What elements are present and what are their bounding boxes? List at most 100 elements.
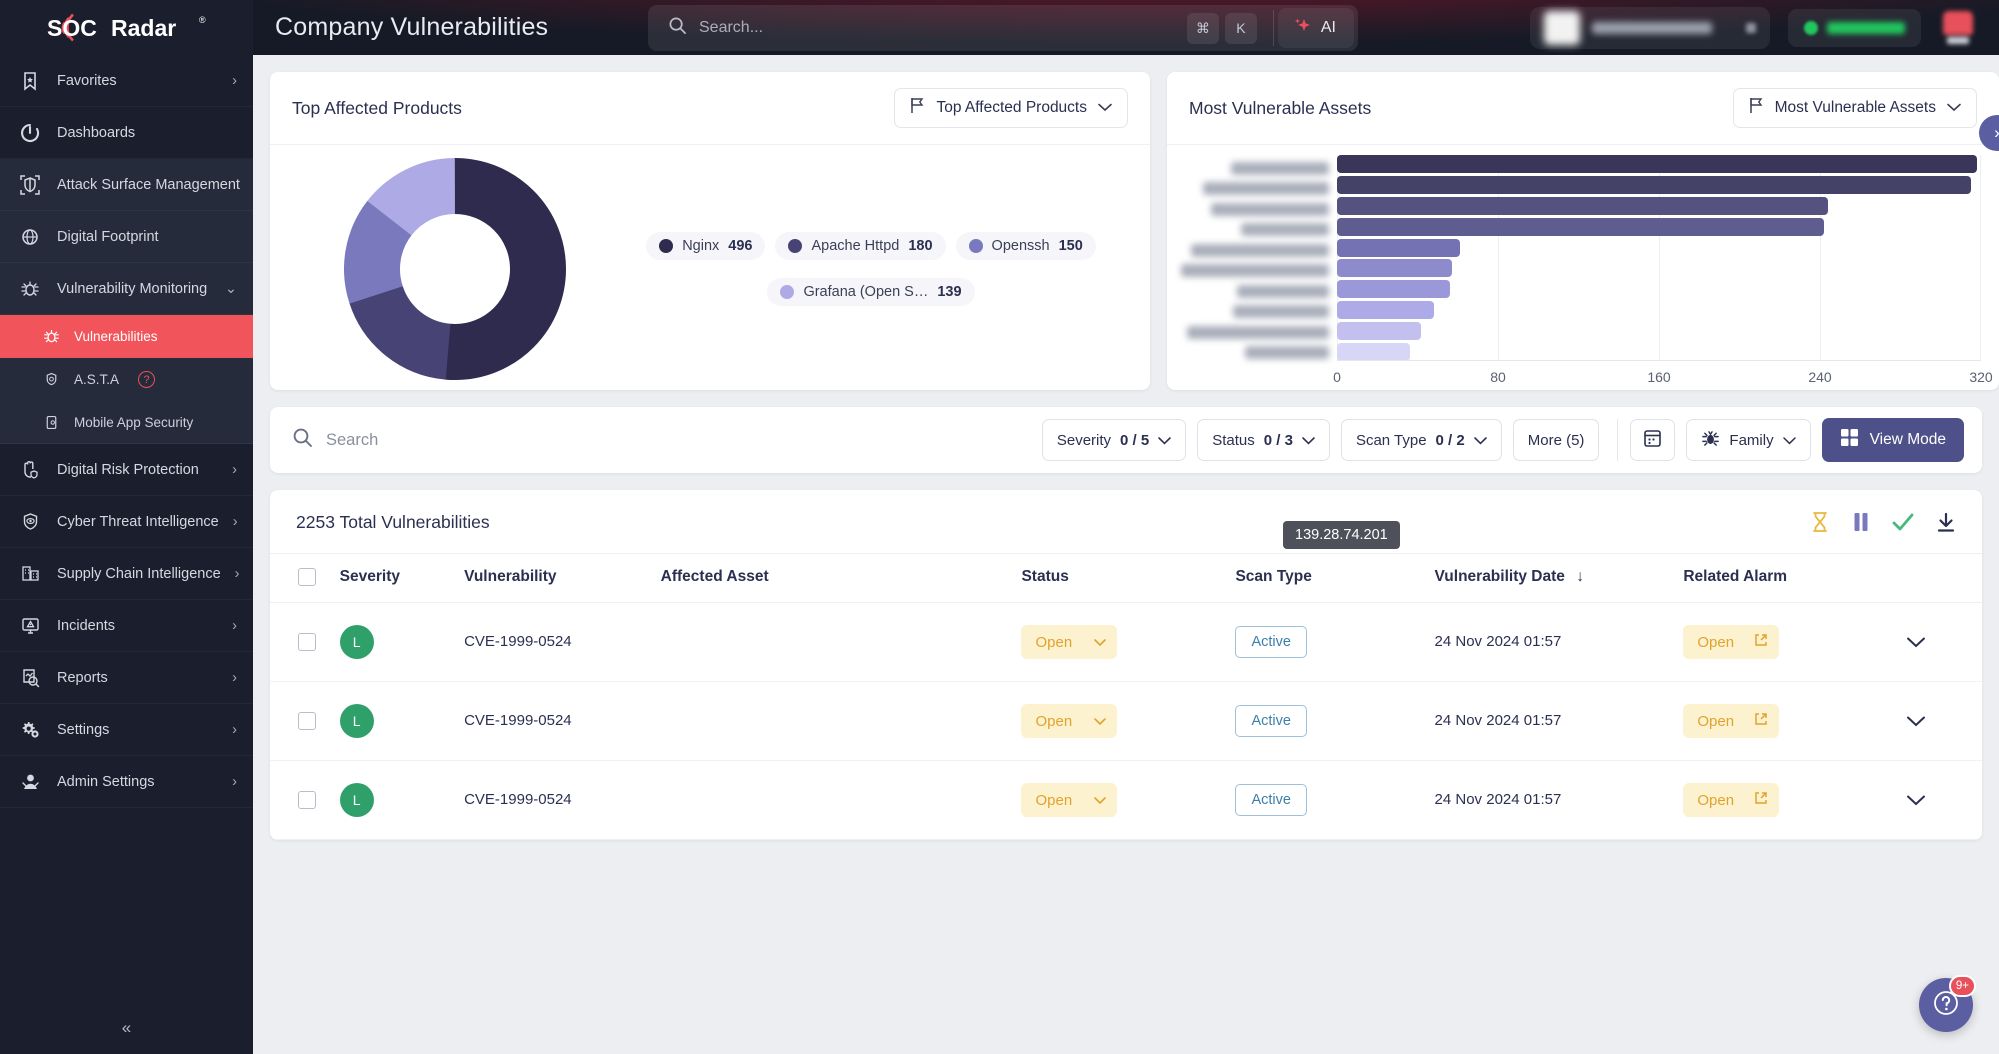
top-affected-products-selector[interactable]: Top Affected Products bbox=[894, 88, 1128, 128]
bar-row[interactable] bbox=[1337, 238, 1981, 257]
bar-row[interactable] bbox=[1337, 196, 1981, 215]
status-dropdown[interactable]: Open bbox=[1021, 783, 1118, 817]
bar-row[interactable] bbox=[1337, 217, 1981, 236]
hourglass-icon[interactable] bbox=[1810, 511, 1830, 533]
filter-severity[interactable]: Severity 0 / 5 bbox=[1041, 419, 1187, 461]
help-chat-button[interactable]: 9+ bbox=[1919, 975, 1976, 1032]
sort-descending-icon[interactable]: ↓ bbox=[1576, 568, 1584, 585]
table-row[interactable]: L CVE-1999-0524 Open Active 24 Nov 2024 … bbox=[270, 760, 1982, 840]
check-icon[interactable] bbox=[1892, 512, 1914, 532]
chevron-right-icon: › bbox=[234, 565, 240, 582]
column-header-vulnerability[interactable]: Vulnerability bbox=[464, 553, 661, 603]
date-range-button[interactable] bbox=[1630, 419, 1676, 461]
bar-row[interactable] bbox=[1337, 301, 1981, 320]
filter-more[interactable]: More (5) bbox=[1512, 419, 1600, 461]
sidebar-item-favorites[interactable]: Favorites › bbox=[0, 55, 253, 107]
pause-icon[interactable] bbox=[1852, 511, 1870, 533]
column-header-status[interactable]: Status bbox=[1021, 553, 1236, 603]
search-input[interactable] bbox=[699, 19, 1187, 37]
filter-scan-type[interactable]: Scan Type 0 / 2 bbox=[1340, 419, 1502, 461]
sidebar-item-supply-chain-intelligence[interactable]: Supply Chain Intelligence › bbox=[0, 548, 253, 600]
status-dropdown[interactable]: Open bbox=[1021, 704, 1118, 738]
column-header-related-alarm[interactable]: Related Alarm bbox=[1683, 553, 1908, 603]
row-checkbox[interactable] bbox=[298, 712, 316, 730]
status-indicator[interactable] bbox=[1788, 8, 1921, 47]
bar-chart-area: 0 80 160 240 320 bbox=[1167, 145, 1999, 390]
help-badge-icon[interactable]: ? bbox=[138, 371, 156, 388]
kbd-k: K bbox=[1224, 12, 1257, 44]
ai-button[interactable]: AI bbox=[1277, 8, 1354, 48]
download-icon[interactable] bbox=[1936, 512, 1956, 533]
sidebar-item-vulnerability-monitoring[interactable]: Vulnerability Monitoring ⌄ bbox=[0, 263, 253, 315]
legend-item[interactable]: Openssh 150 bbox=[955, 232, 1096, 260]
row-checkbox[interactable] bbox=[298, 633, 316, 651]
filter-status[interactable]: Status 0 / 3 bbox=[1197, 419, 1330, 461]
svg-text:®: ® bbox=[199, 15, 206, 25]
legend-item[interactable]: Nginx 496 bbox=[646, 232, 766, 260]
column-header-vulnerability-date[interactable]: Vulnerability Date ↓ bbox=[1434, 553, 1684, 603]
row-status-cell: Open bbox=[1021, 681, 1236, 761]
flag-icon bbox=[1749, 97, 1764, 119]
sidebar-item-label: Admin Settings bbox=[57, 773, 155, 790]
table-search-input[interactable] bbox=[326, 430, 626, 450]
table-row[interactable]: L CVE-1999-0524 Open Active 24 Nov 2024 … bbox=[270, 681, 1982, 761]
sidebar-item-reports[interactable]: Reports › bbox=[0, 652, 253, 704]
bar-row[interactable] bbox=[1337, 322, 1981, 340]
body: Favorites › Dashboards Attack Surface Ma… bbox=[0, 55, 1999, 1054]
bar-row[interactable] bbox=[1337, 342, 1981, 361]
sidebar-item-mobile-app-security[interactable]: Mobile App Security bbox=[0, 401, 253, 444]
table-search[interactable] bbox=[292, 427, 1031, 453]
expand-row-button[interactable] bbox=[1907, 795, 1982, 806]
bar-row[interactable] bbox=[1337, 259, 1981, 278]
company-selector[interactable] bbox=[1530, 6, 1770, 49]
row-vulnerability-cell[interactable]: CVE-1999-0524 bbox=[464, 602, 661, 682]
sidebar-item-label: Attack Surface Management bbox=[57, 176, 240, 193]
sidebar-item-attack-surface-management[interactable]: Attack Surface Management ⌄ bbox=[0, 159, 253, 211]
sidebar-item-label: Supply Chain Intelligence bbox=[57, 565, 221, 582]
sidebar-item-admin-settings[interactable]: Admin Settings › bbox=[0, 756, 253, 808]
related-alarm-link[interactable]: Open bbox=[1683, 783, 1780, 817]
filter-value: 0 / 5 bbox=[1120, 431, 1150, 449]
sidebar-item-settings[interactable]: Settings › bbox=[0, 704, 253, 756]
legend-item[interactable]: Apache Httpd 180 bbox=[775, 232, 946, 260]
sidebar-item-asta[interactable]: A.S.T.A ? bbox=[0, 358, 253, 401]
vulnerability-date: 24 Nov 2024 01:57 bbox=[1434, 791, 1562, 808]
related-alarm-link[interactable]: Open bbox=[1683, 704, 1780, 738]
expand-row-button[interactable] bbox=[1907, 716, 1982, 727]
filter-family[interactable]: Family bbox=[1686, 419, 1811, 461]
bar-row[interactable] bbox=[1337, 280, 1981, 299]
global-search[interactable]: ⌘ K AI bbox=[648, 5, 1358, 51]
status-dropdown[interactable]: Open bbox=[1021, 625, 1118, 659]
row-vulnerability-cell[interactable]: CVE-1999-0524 bbox=[464, 681, 661, 761]
table-row[interactable]: L CVE-1999-0524 Open Active 24 Nov 2024 … bbox=[270, 602, 1982, 682]
sidebar-subitem-label: Vulnerabilities bbox=[74, 329, 158, 344]
sidebar-item-dashboards[interactable]: Dashboards bbox=[0, 107, 253, 159]
view-mode-button[interactable]: View Mode bbox=[1821, 418, 1964, 462]
sidebar-item-digital-risk-protection[interactable]: Digital Risk Protection › bbox=[0, 444, 253, 496]
sidebar-item-cyber-threat-intelligence[interactable]: Cyber Threat Intelligence › bbox=[0, 496, 253, 548]
row-checkbox[interactable] bbox=[298, 791, 316, 809]
row-severity-cell: L bbox=[339, 602, 465, 682]
column-header-affected-asset[interactable]: Affected Asset bbox=[660, 553, 1022, 603]
sidebar-item-vulnerabilities[interactable]: Vulnerabilities bbox=[0, 315, 253, 358]
chart-tooltip: 139.28.74.201 bbox=[1283, 521, 1400, 549]
sidebar-item-digital-footprint[interactable]: Digital Footprint bbox=[0, 211, 253, 263]
sidebar-collapse-button[interactable]: « bbox=[0, 1008, 253, 1048]
sidebar-item-incidents[interactable]: Incidents › bbox=[0, 600, 253, 652]
bar-row[interactable] bbox=[1337, 175, 1981, 194]
chevron-down-icon bbox=[1094, 792, 1107, 809]
notifications-button[interactable] bbox=[1943, 11, 1973, 44]
clear-icon[interactable] bbox=[1746, 22, 1756, 33]
most-vulnerable-assets-selector[interactable]: Most Vulnerable Assets bbox=[1732, 88, 1977, 128]
legend-item[interactable]: Grafana (Open S… 139 bbox=[767, 278, 975, 306]
brand-logo[interactable]: SOC Radar ® bbox=[0, 0, 253, 55]
expand-row-button[interactable] bbox=[1907, 637, 1982, 648]
column-header-severity[interactable]: Severity bbox=[339, 553, 465, 603]
legend-label: Nginx bbox=[682, 238, 720, 254]
select-all-checkbox[interactable] bbox=[298, 568, 316, 586]
row-vulnerability-cell[interactable]: CVE-1999-0524 bbox=[464, 760, 661, 840]
column-header-scan-type[interactable]: Scan Type bbox=[1235, 553, 1435, 603]
row-affected-asset-cell bbox=[660, 602, 1022, 682]
related-alarm-link[interactable]: Open bbox=[1683, 625, 1780, 659]
bar-row[interactable] bbox=[1337, 155, 1981, 173]
